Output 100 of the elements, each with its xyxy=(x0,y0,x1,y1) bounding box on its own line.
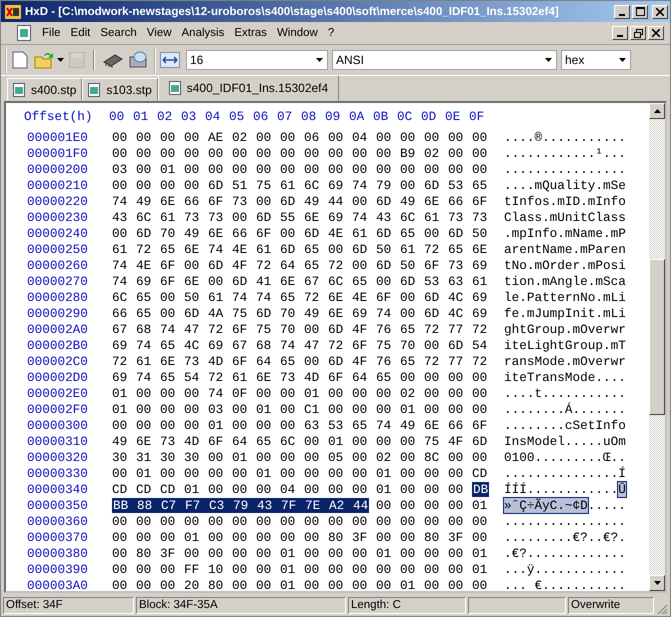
hex-byte[interactable]: 73 xyxy=(280,370,304,384)
hex-byte[interactable]: 74 xyxy=(208,386,232,400)
hex-byte[interactable]: 10 xyxy=(208,562,232,576)
hex-byte[interactable]: 00 xyxy=(376,274,400,288)
hex-byte[interactable]: 4E xyxy=(232,242,256,256)
hex-byte[interactable]: 00 xyxy=(424,466,448,480)
hex-byte[interactable]: 6D xyxy=(256,210,280,224)
hex-byte[interactable]: 00 xyxy=(448,370,472,384)
hex-byte[interactable]: 00 xyxy=(280,418,304,432)
hex-byte[interactable]: 6D xyxy=(232,274,256,288)
hex-byte[interactable]: 6E xyxy=(304,210,328,224)
hex-byte[interactable]: 4D xyxy=(304,370,328,384)
hex-byte[interactable]: 49 xyxy=(400,418,424,432)
hex-byte[interactable]: 00 xyxy=(184,418,208,432)
hex-byte[interactable]: 00 xyxy=(424,402,448,416)
hex-byte[interactable]: 00 xyxy=(328,386,352,400)
hex-byte[interactable]: 00 xyxy=(400,562,424,576)
hex-byte[interactable]: 00 xyxy=(352,162,376,176)
ascii-text[interactable]: ... €........... xyxy=(504,578,626,592)
hex-byte[interactable]: 4C xyxy=(184,338,208,352)
hex-byte[interactable]: DB xyxy=(472,482,489,496)
hex-byte[interactable]: 79 xyxy=(376,178,400,192)
hex-byte[interactable]: 01 xyxy=(232,450,256,464)
hex-byte[interactable]: 00 xyxy=(208,466,232,480)
restore-button[interactable] xyxy=(630,26,646,40)
hex-byte[interactable]: 50 xyxy=(376,242,400,256)
hex-byte[interactable]: 00 xyxy=(160,578,184,592)
hex-byte[interactable]: CD xyxy=(136,482,160,496)
hex-byte[interactable]: 00 xyxy=(160,562,184,576)
hex-byte[interactable]: 70 xyxy=(400,338,424,352)
hex-byte[interactable]: 00 xyxy=(328,130,352,144)
hex-byte[interactable]: 44 xyxy=(328,194,352,208)
hex-byte[interactable]: 00 xyxy=(232,514,256,528)
hex-byte[interactable]: 66 xyxy=(232,226,256,240)
hex-byte[interactable]: 74 xyxy=(112,258,136,272)
hex-byte[interactable]: 00 xyxy=(328,578,352,592)
hex-byte[interactable]: 00 xyxy=(232,210,256,224)
hex-byte[interactable]: 6E xyxy=(328,306,352,320)
hex-byte[interactable]: 00 xyxy=(424,482,448,496)
hex-byte[interactable]: 63 xyxy=(448,274,472,288)
hex-byte[interactable]: 63 xyxy=(304,418,328,432)
hex-byte[interactable]: F7 xyxy=(184,498,208,512)
hex-byte[interactable]: 75 xyxy=(232,306,256,320)
hex-byte[interactable]: 00 xyxy=(280,386,304,400)
ascii-text[interactable]: ransMode.mOverwr xyxy=(504,354,626,368)
hex-byte[interactable]: 3F xyxy=(352,530,376,544)
hex-byte[interactable]: 00 xyxy=(424,562,448,576)
menu-item[interactable]: Edit xyxy=(66,27,96,39)
hex-byte[interactable]: 65 xyxy=(136,306,160,320)
hex-byte[interactable]: 72 xyxy=(328,258,352,272)
hex-byte[interactable]: 74 xyxy=(112,274,136,288)
hex-byte[interactable]: 6E xyxy=(472,242,496,256)
ascii-text[interactable]: InsModel.....uOm xyxy=(504,434,626,448)
hex-byte[interactable]: 7E xyxy=(304,498,328,512)
hex-byte[interactable]: 65 xyxy=(280,354,304,368)
hex-byte[interactable]: 80 xyxy=(208,578,232,592)
hex-byte[interactable]: 01 xyxy=(376,546,400,560)
hex-byte[interactable]: 00 xyxy=(304,546,328,560)
hex-byte[interactable]: 00 xyxy=(424,546,448,560)
hex-byte[interactable]: 00 xyxy=(352,514,376,528)
hex-byte[interactable]: 00 xyxy=(376,530,400,544)
hex-byte[interactable]: 00 xyxy=(304,434,328,448)
hex-byte[interactable]: 74 xyxy=(136,338,160,352)
hex-byte[interactable]: 80 xyxy=(136,546,160,560)
hex-byte[interactable]: 65 xyxy=(400,354,424,368)
hex-byte[interactable]: 01 xyxy=(304,386,328,400)
hex-byte[interactable]: 6F xyxy=(352,338,376,352)
hex-byte[interactable]: 72 xyxy=(424,242,448,256)
hex-byte[interactable]: 00 xyxy=(472,402,496,416)
hex-byte[interactable]: 00 xyxy=(400,466,424,480)
hex-byte[interactable]: 00 xyxy=(232,482,256,496)
hex-byte[interactable]: 00 xyxy=(256,130,280,144)
hex-byte[interactable]: 75 xyxy=(256,178,280,192)
hex-byte[interactable]: 30 xyxy=(160,450,184,464)
hex-byte[interactable]: C3 xyxy=(208,498,232,512)
hex-byte[interactable]: 00 xyxy=(424,498,448,512)
hex-byte[interactable]: 72 xyxy=(472,322,496,336)
hex-byte[interactable]: 00 xyxy=(280,226,304,240)
hex-byte[interactable]: 6C xyxy=(136,210,160,224)
hex-byte[interactable]: 88 xyxy=(136,498,160,512)
hex-byte[interactable]: 00 xyxy=(352,434,376,448)
ascii-text[interactable]: .........€?..€?. xyxy=(504,530,626,544)
hex-byte[interactable]: 02 xyxy=(424,146,448,160)
menu-item[interactable]: ? xyxy=(322,27,340,39)
ascii-text[interactable]: »ˆÇ÷ÃyC.~¢D xyxy=(504,498,588,512)
hex-byte[interactable]: 65 xyxy=(280,290,304,304)
hex-byte[interactable]: 6D xyxy=(424,178,448,192)
hex-byte[interactable]: 01 xyxy=(256,402,280,416)
hex-byte[interactable]: 00 xyxy=(448,482,472,496)
hex-byte[interactable]: 69 xyxy=(472,258,496,272)
hex-byte[interactable]: 03 xyxy=(208,402,232,416)
hex-byte[interactable]: 6D xyxy=(280,242,304,256)
hex-byte[interactable]: 00 xyxy=(160,418,184,432)
hex-byte[interactable]: 00 xyxy=(352,194,376,208)
hex-byte[interactable]: 00 xyxy=(208,530,232,544)
hex-byte[interactable]: 69 xyxy=(112,370,136,384)
hex-byte[interactable]: 01 xyxy=(184,530,208,544)
hex-byte[interactable]: 74 xyxy=(136,370,160,384)
hex-byte[interactable]: 74 xyxy=(352,210,376,224)
hex-byte[interactable]: 01 xyxy=(400,578,424,592)
